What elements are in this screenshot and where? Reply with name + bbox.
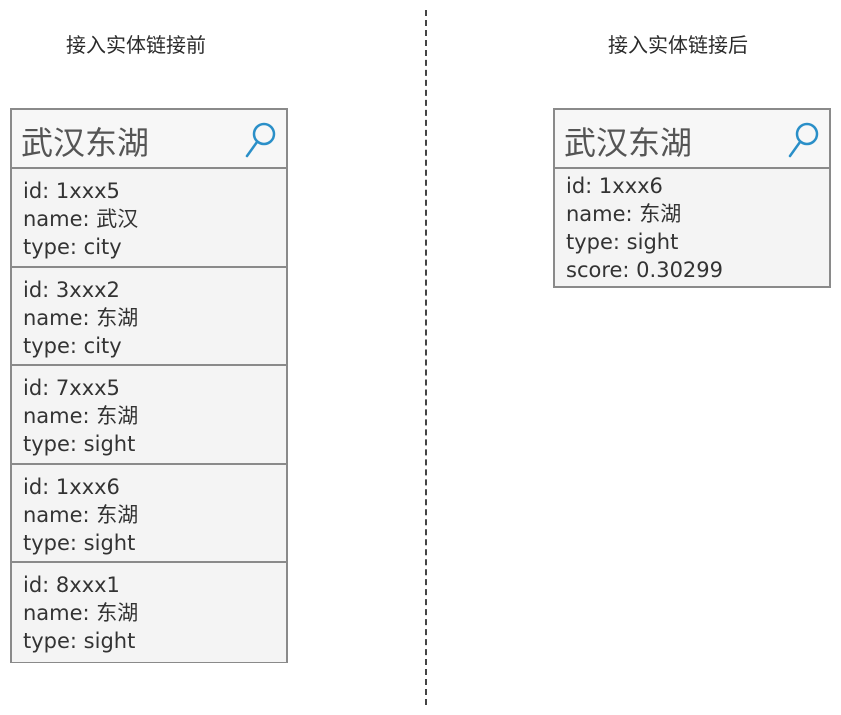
result-type: type: city <box>23 333 122 358</box>
result-id: id: 3xxx2 <box>23 277 120 302</box>
result-item[interactable]: id: 7xxx5 name: 东湖 type: sight <box>12 366 286 465</box>
result-item[interactable]: id: 1xxx5 name: 武汉 type: city <box>12 169 286 268</box>
search-panel-after: 武汉东湖 id: 1xxx6 name: 东湖 type: sight scor… <box>553 108 831 288</box>
result-name: name: 东湖 <box>23 404 139 428</box>
result-name: name: 武汉 <box>23 207 139 231</box>
result-item[interactable]: id: 8xxx1 name: 东湖 type: sight <box>12 563 286 662</box>
result-item[interactable]: id: 3xxx2 name: 东湖 type: city <box>12 267 286 366</box>
heading-after-entity-linking: 接入实体链接后 <box>608 33 748 57</box>
result-name: name: 东湖 <box>566 202 682 226</box>
result-item[interactable]: id: 1xxx6 name: 东湖 type: sight score: 0.… <box>555 169 829 284</box>
result-type: type: sight <box>23 530 136 555</box>
result-id: id: 7xxx5 <box>23 376 120 400</box>
result-name: name: 东湖 <box>23 502 139 527</box>
result-type: type: sight <box>566 230 679 254</box>
search-query: 武汉东湖 <box>564 124 693 162</box>
result-id: id: 1xxx5 <box>23 179 120 203</box>
result-name: name: 东湖 <box>23 601 139 625</box>
search-bar[interactable]: 武汉东湖 <box>12 110 286 169</box>
result-id: id: 8xxx1 <box>23 573 120 597</box>
dashed-divider <box>425 10 427 705</box>
result-id: id: 1xxx6 <box>23 474 120 499</box>
result-id: id: 1xxx6 <box>566 174 663 198</box>
search-panel-before: 武汉东湖 id: 1xxx5 name: 武汉 type: city id: 3… <box>10 108 288 663</box>
search-bar[interactable]: 武汉东湖 <box>555 110 829 169</box>
result-name: name: 东湖 <box>23 305 139 330</box>
result-type: type: sight <box>23 432 136 456</box>
search-query: 武汉东湖 <box>21 124 150 162</box>
search-icon[interactable] <box>787 121 821 161</box>
heading-before-entity-linking: 接入实体链接前 <box>66 33 206 57</box>
search-icon[interactable] <box>244 121 278 161</box>
result-item[interactable]: id: 1xxx6 name: 东湖 type: sight <box>12 464 286 563</box>
result-score: score: 0.30299 <box>566 258 724 282</box>
result-type: type: city <box>23 235 122 259</box>
result-type: type: sight <box>23 629 136 653</box>
